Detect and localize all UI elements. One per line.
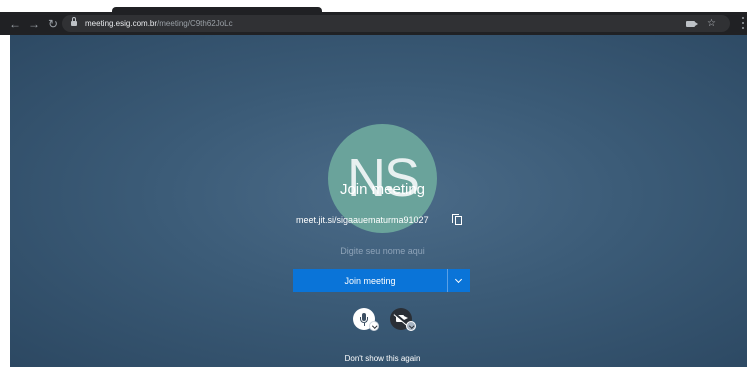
dont-show-again-link[interactable]: Don't show this again [310,354,455,363]
forward-icon[interactable]: → [27,17,41,31]
star-icon[interactable]: ☆ [707,18,716,29]
camera-icon[interactable] [686,20,699,27]
url-text[interactable]: meeting.esig.com.br/meeting/C9th62JoLc [85,19,233,28]
tab-strip [0,0,747,12]
prejoin-screen: NS Join meeting meet.jit.si/sigaauematur… [10,35,747,367]
join-options-chevron-down-icon[interactable] [448,269,470,292]
copy-icon[interactable] [452,214,464,226]
page-title: Join meeting [339,181,426,198]
url-host: meeting.esig.com.br [85,19,158,28]
url-path: /meeting/C9th62JoLc [157,19,233,28]
reload-icon[interactable]: ↻ [46,17,60,31]
meeting-url: meet.jit.si/sigaauematurma91027 [296,215,429,225]
menu-icon[interactable] [742,17,745,29]
name-input[interactable] [295,242,470,260]
join-meeting-button[interactable]: Join meeting [293,269,447,292]
join-button-group: Join meeting [293,269,470,292]
camera-options-chevron-icon[interactable] [406,321,416,331]
back-icon[interactable]: ← [8,17,22,31]
browser-toolbar: ← → ↻ meeting.esig.com.br/meeting/C9th62… [0,12,747,35]
address-bar[interactable]: meeting.esig.com.br/meeting/C9th62JoLc ☆ [62,15,730,32]
lock-icon[interactable] [71,17,77,27]
microphone-options-chevron-icon[interactable] [369,321,379,331]
